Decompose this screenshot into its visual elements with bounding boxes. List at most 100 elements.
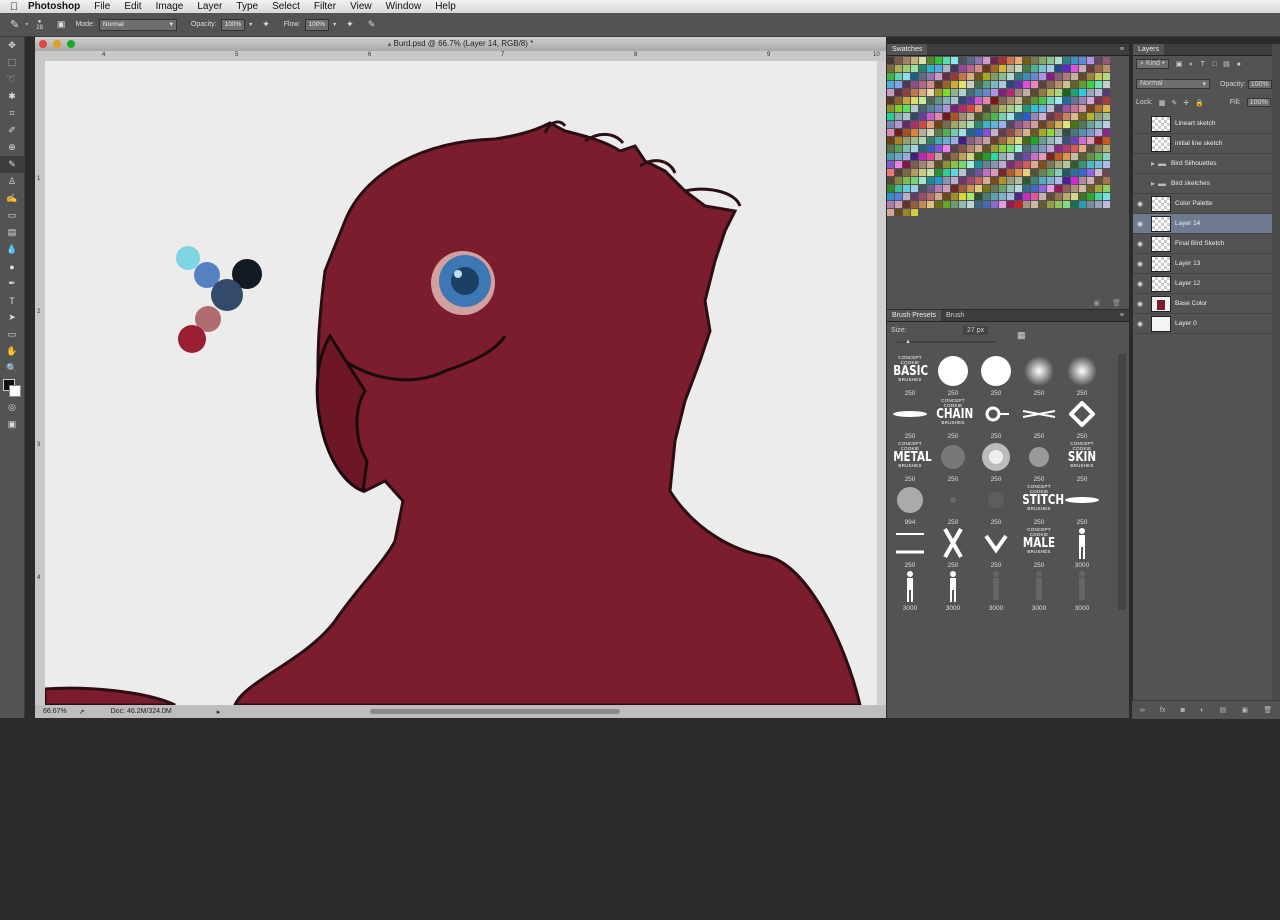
dodge-tool-icon[interactable]: ● [0,258,24,275]
color-swatch[interactable] [951,145,959,153]
brush-preset[interactable]: 250 [1061,397,1103,440]
color-swatch[interactable] [1015,57,1023,65]
color-swatch[interactable] [887,201,895,209]
color-swatch[interactable] [1007,105,1015,113]
color-swatch[interactable] [1087,57,1095,65]
color-swatch[interactable] [967,145,975,153]
color-swatch[interactable] [967,161,975,169]
color-swatch[interactable] [1079,145,1087,153]
color-swatch[interactable] [935,137,943,145]
color-swatch[interactable] [887,185,895,193]
color-swatch[interactable] [1103,113,1111,121]
color-swatch[interactable] [1031,137,1039,145]
color-swatch[interactable] [1031,57,1039,65]
color-swatch[interactable] [1047,89,1055,97]
color-swatch[interactable] [1039,177,1047,185]
color-swatch[interactable] [1055,65,1063,73]
color-swatch[interactable] [911,57,919,65]
color-swatch[interactable] [1087,201,1095,209]
color-swatch[interactable] [1039,153,1047,161]
color-swatch[interactable] [1031,129,1039,137]
pressure-size-icon[interactable]: ✎ [368,19,376,30]
color-swatch[interactable] [887,73,895,81]
status-arrow-icon[interactable]: ▸ [217,708,221,716]
color-swatch[interactable] [967,113,975,121]
color-swatch[interactable] [1039,81,1047,89]
color-swatch[interactable] [983,201,991,209]
color-swatch[interactable] [1023,169,1031,177]
color-swatch[interactable] [975,145,983,153]
color-swatch[interactable] [1031,89,1039,97]
color-swatch[interactable] [1007,193,1015,201]
color-swatch[interactable] [911,185,919,193]
color-swatch[interactable] [903,169,911,177]
color-swatch[interactable] [1039,201,1047,209]
color-swatch[interactable] [1007,65,1015,73]
color-swatch[interactable] [943,193,951,201]
color-swatch[interactable] [895,137,903,145]
color-swatch[interactable] [895,65,903,73]
color-swatch[interactable] [1023,97,1031,105]
color-swatch[interactable] [1095,153,1103,161]
color-swatch[interactable] [887,169,895,177]
color-swatch[interactable] [1023,65,1031,73]
color-swatch[interactable] [991,129,999,137]
eye-icon[interactable]: ◉ [1133,320,1147,328]
color-swatch[interactable] [903,113,911,121]
color-swatch[interactable] [935,81,943,89]
color-swatch[interactable] [911,137,919,145]
color-swatch[interactable] [927,177,935,185]
color-swatch[interactable] [887,121,895,129]
color-swatch[interactable] [911,97,919,105]
brush-preset[interactable]: 250 [1018,397,1060,440]
color-swatch[interactable] [999,177,1007,185]
color-swatch[interactable] [1087,193,1095,201]
color-swatch[interactable] [887,177,895,185]
color-swatch[interactable] [1071,193,1079,201]
color-swatch[interactable] [975,193,983,201]
color-swatch[interactable] [1007,129,1015,137]
color-swatch[interactable] [1055,81,1063,89]
color-swatch[interactable] [1055,129,1063,137]
color-swatch[interactable] [967,169,975,177]
brush-tool-icon[interactable]: ✎ [10,18,19,31]
color-swatch[interactable] [1071,177,1079,185]
color-swatch[interactable] [991,65,999,73]
color-swatch[interactable] [1015,161,1023,169]
color-swatch[interactable] [903,73,911,81]
color-swatch[interactable] [887,105,895,113]
brush-preset[interactable]: 250 [975,397,1017,440]
color-swatch[interactable] [1015,105,1023,113]
color-swatch[interactable] [935,57,943,65]
background-color[interactable] [9,385,21,397]
color-swatch[interactable] [1007,169,1015,177]
layer-row[interactable]: ◉ Layer 0 [1133,314,1273,334]
color-swatch[interactable] [1103,129,1111,137]
color-swatch[interactable] [1103,137,1111,145]
color-swatch[interactable] [935,89,943,97]
color-swatch[interactable] [887,145,895,153]
color-swatch[interactable] [895,153,903,161]
color-swatch[interactable] [887,57,895,65]
color-swatch[interactable] [967,105,975,113]
color-swatch[interactable] [911,129,919,137]
color-swatch[interactable] [1063,201,1071,209]
quick-mask-icon[interactable]: ◎ [0,399,24,416]
blur-tool-icon[interactable]: 💧 [0,241,24,258]
color-swatch[interactable] [1079,185,1087,193]
color-swatch[interactable] [967,121,975,129]
color-swatch[interactable] [1079,73,1087,81]
brush-preset[interactable]: 250 [932,526,974,569]
color-swatch[interactable] [911,73,919,81]
color-swatch[interactable] [1031,201,1039,209]
color-swatch[interactable] [999,81,1007,89]
brush-preset[interactable]: CONCEPT COOKIE BASIC BRUSHES 250 [889,354,931,397]
color-swatch[interactable] [983,89,991,97]
color-swatch[interactable] [1023,73,1031,81]
color-swatch[interactable] [1023,193,1031,201]
color-swatch[interactable] [1015,201,1023,209]
color-swatch[interactable] [895,81,903,89]
color-swatch[interactable] [999,129,1007,137]
color-swatch[interactable] [911,121,919,129]
brush-preset[interactable]: CONCEPT COOKIE METAL BRUSHES 250 [889,440,931,483]
